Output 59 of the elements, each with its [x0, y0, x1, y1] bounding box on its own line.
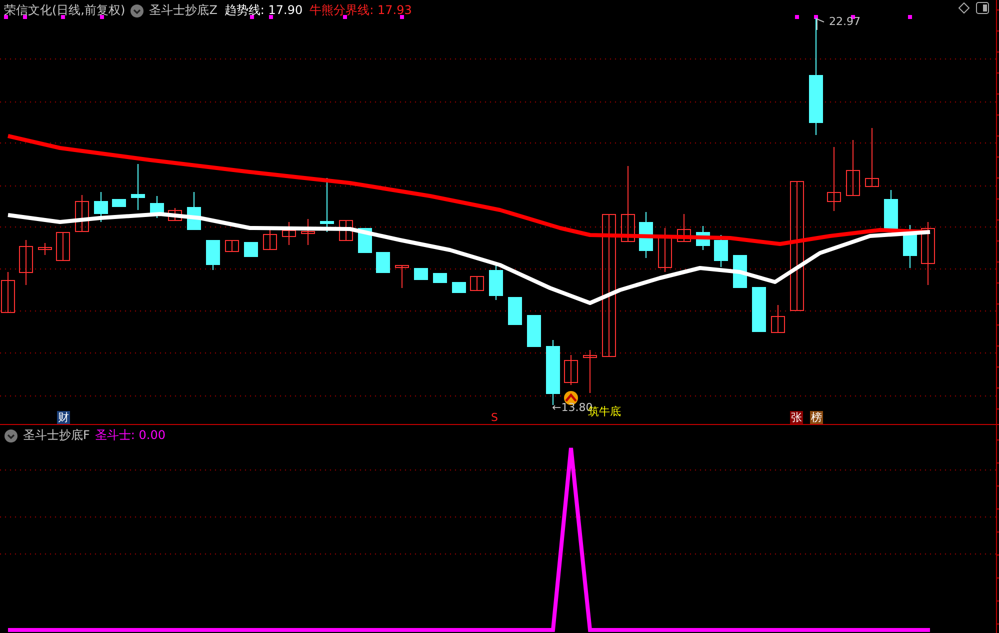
candlestick	[56, 232, 70, 261]
candlestick	[452, 282, 466, 293]
candlestick	[884, 190, 898, 229]
candlestick	[395, 264, 409, 288]
candlestick	[187, 192, 201, 230]
candlestick	[150, 196, 164, 218]
candlestick	[564, 354, 578, 386]
event-marker: S	[490, 411, 499, 424]
candlestick	[639, 212, 653, 258]
candlestick	[301, 218, 315, 246]
high-price-label: 22.97	[829, 15, 860, 28]
candlestick	[112, 198, 126, 207]
candlestick	[433, 272, 447, 283]
candlestick	[1, 272, 15, 313]
candlestick	[846, 140, 860, 196]
candlestick	[206, 240, 220, 270]
leader-line	[816, 18, 824, 30]
candlestick	[677, 214, 691, 242]
candlestick	[470, 276, 484, 291]
dropdown-icon[interactable]	[4, 428, 18, 442]
candlestick	[263, 228, 277, 250]
candlestick	[921, 222, 935, 286]
candlestick	[225, 240, 239, 252]
event-marker: 张	[790, 411, 803, 424]
candlestick	[658, 228, 672, 272]
candlestick	[94, 192, 108, 222]
stock-title: 荣信文化(日线,前复权)	[4, 2, 126, 19]
candlestick	[714, 234, 728, 268]
event-marker: 榜	[810, 411, 823, 424]
candlestick	[131, 164, 145, 210]
indicator-readout: 趋势线: 17.90	[224, 2, 303, 19]
indicator-name: 圣斗士抄底Z	[149, 2, 218, 19]
candlestick	[75, 194, 89, 232]
candlestick	[527, 314, 541, 347]
candlestick	[282, 222, 296, 246]
candlestick	[168, 208, 182, 221]
candlestick	[752, 286, 766, 332]
panel-toggle-icon[interactable]	[976, 2, 989, 14]
indicator-readout: 圣斗士: 0.00	[94, 427, 166, 444]
candlestick	[320, 178, 334, 232]
candlestick	[696, 226, 710, 250]
dropdown-icon[interactable]	[130, 4, 144, 18]
candlestick	[827, 146, 841, 212]
candlestick	[903, 224, 917, 268]
candlestick	[414, 268, 428, 280]
candlestick	[244, 242, 258, 257]
candlestick	[771, 304, 785, 333]
candlestick	[508, 296, 522, 325]
candlestick	[865, 128, 879, 187]
event-marker: 财	[57, 411, 70, 424]
candlestick	[376, 252, 390, 273]
indicator-name: 圣斗士抄底F	[23, 427, 90, 444]
candlestick	[583, 350, 597, 394]
candlestick	[489, 264, 503, 300]
candlestick	[339, 220, 353, 241]
candlestick	[38, 242, 52, 256]
diamond-icon[interactable]	[958, 2, 970, 14]
candlestick	[19, 240, 33, 286]
indicator-readout: 牛熊分界线: 17.93	[310, 2, 412, 19]
